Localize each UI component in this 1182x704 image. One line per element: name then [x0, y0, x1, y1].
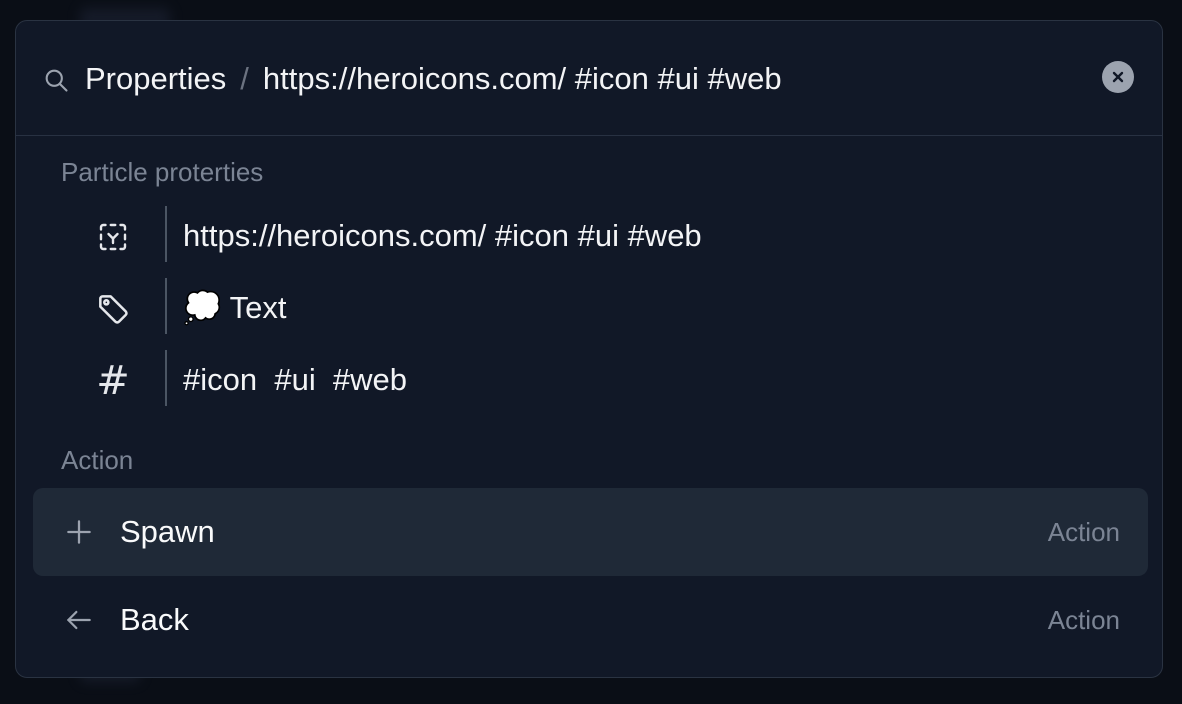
property-divider — [165, 350, 167, 406]
command-palette: Properties / https://heroicons.com/ #ico… — [15, 20, 1163, 678]
property-row-type[interactable]: 💭 Text — [16, 278, 1162, 334]
hash-icon: # — [96, 358, 130, 404]
property-row-url[interactable]: https://heroicons.com/ #icon #ui #web — [16, 206, 1162, 262]
property-divider — [165, 278, 167, 334]
section-title-properties: Particle proterties — [61, 157, 264, 187]
property-row-tags[interactable]: # #icon #ui #web — [16, 350, 1162, 406]
spawn-label: Spawn — [120, 514, 215, 549]
spawn-action[interactable]: Spawn Action — [33, 488, 1148, 576]
arrow-left-icon — [67, 610, 91, 630]
close-icon — [1112, 71, 1124, 83]
back-action[interactable]: Back Action — [33, 576, 1148, 664]
spawn-hint: Action — [1047, 517, 1120, 547]
tag-icon — [94, 290, 132, 328]
property-divider — [165, 206, 167, 262]
breadcrumb-parent[interactable]: Properties — [85, 59, 226, 99]
clear-search-button[interactable] — [1102, 61, 1134, 93]
search-bar[interactable]: Properties / https://heroicons.com/ #ico… — [16, 21, 1162, 136]
property-value-type: 💭 Text — [183, 288, 287, 328]
property-value-tags: #icon #ui #web — [183, 362, 408, 397]
plus-icon — [67, 520, 91, 544]
section-title-action: Action — [61, 445, 134, 475]
breadcrumb-separator: / — [240, 61, 249, 96]
search-icon — [45, 69, 68, 92]
thought-bubble-icon: 💭 — [183, 290, 222, 325]
property-value-url: https://heroicons.com/ #icon #ui #web — [183, 218, 702, 253]
search-input[interactable]: https://heroicons.com/ #icon #ui #web — [263, 59, 782, 99]
property-value-type-text: Text — [229, 290, 287, 325]
viewfinder-icon — [94, 218, 132, 256]
back-label: Back — [120, 602, 189, 637]
breadcrumb: Properties / https://heroicons.com/ #ico… — [85, 59, 782, 99]
back-hint: Action — [1047, 605, 1120, 635]
